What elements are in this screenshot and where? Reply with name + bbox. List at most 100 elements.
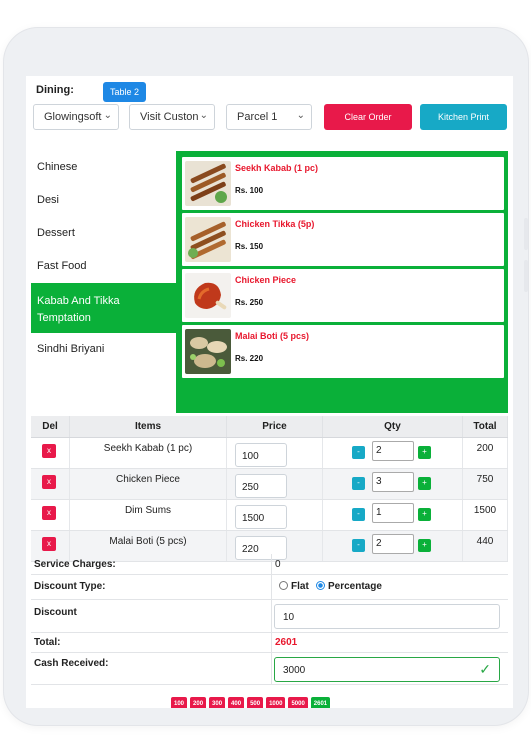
order-table: Del Items Price Qty Total x Seekh Kabab …: [31, 416, 508, 562]
menu-item-card[interactable]: Chicken Tikka (5p) Rs. 150: [182, 213, 504, 266]
quick-cash-button[interactable]: 400: [228, 697, 245, 708]
discount-input[interactable]: 10: [274, 604, 500, 629]
radio-percentage[interactable]: [316, 581, 325, 590]
category-item-active[interactable]: Kabab And Tikka Temptation: [31, 283, 177, 333]
menu-item-name: Malai Boti (5 pcs): [235, 331, 310, 341]
delete-item-button[interactable]: x: [42, 506, 56, 520]
delete-item-button[interactable]: x: [42, 475, 56, 489]
delete-item-button[interactable]: x: [42, 537, 56, 551]
cash-received-row: Cash Received: 3000 ✓: [31, 653, 508, 685]
menu-item-price: Rs. 100: [235, 186, 264, 195]
chevron-down-icon: ⌄: [103, 110, 112, 121]
divider: [271, 600, 272, 632]
table-row: x Chicken Piece 250 - 3 + 750: [31, 469, 508, 500]
quick-cash-button[interactable]: 1000: [266, 697, 286, 708]
menu-item-price: Rs. 220: [235, 354, 264, 363]
parcel-select[interactable]: Parcel 1 ⌄: [226, 104, 312, 130]
discount-row: Discount 10: [31, 600, 508, 633]
divider: [271, 575, 272, 599]
volume-button: [524, 260, 528, 292]
delete-item-button[interactable]: x: [42, 444, 56, 458]
quick-cash-button[interactable]: 5000: [288, 697, 308, 708]
service-charges-row: Service Charges: 0: [31, 554, 508, 575]
volume-button: [524, 218, 528, 250]
divider: [271, 554, 272, 574]
category-item[interactable]: Desi: [31, 184, 177, 217]
menu-item-card[interactable]: Seekh Kabab (1 pc) Rs. 100: [182, 157, 504, 210]
quick-cash-buttons: 100 200 300 400 500 1000 5000 2601: [171, 697, 331, 708]
food-image: [185, 329, 231, 374]
visit-select-value: Visit Custon: [140, 111, 199, 123]
row-total: 750: [476, 474, 494, 485]
service-charges-label: Service Charges:: [34, 559, 116, 570]
total-value: 2601: [275, 637, 298, 648]
decrease-qty-button[interactable]: -: [352, 508, 365, 521]
category-list: Chinese Desi Dessert Fast Food Kabab And…: [31, 151, 177, 413]
decrease-qty-button[interactable]: -: [352, 477, 365, 490]
menu-item-card[interactable]: Chicken Piece Rs. 250: [182, 269, 504, 322]
row-total: 1500: [473, 505, 497, 516]
category-item[interactable]: Sindhi Briyani: [31, 333, 177, 366]
discount-label: Discount: [34, 607, 77, 618]
total-label: Total:: [34, 637, 61, 648]
decrease-qty-button[interactable]: -: [352, 446, 365, 459]
category-item[interactable]: Chinese: [31, 151, 177, 184]
cash-received-input[interactable]: 3000 ✓: [274, 657, 500, 682]
divider: [271, 653, 272, 684]
clear-order-button[interactable]: Clear Order: [324, 104, 412, 130]
radio-flat[interactable]: [279, 581, 288, 590]
order-table-header: Del Items Price Qty Total: [31, 416, 508, 438]
visit-select[interactable]: Visit Custon ⌄: [129, 104, 215, 130]
pos-screen: Dining: Table 2 Glowingsoft ⌄ Visit Cust…: [26, 76, 513, 708]
column-header-del: Del: [31, 416, 70, 437]
exact-amount-button[interactable]: 2601: [310, 697, 331, 708]
qty-input[interactable]: 3: [372, 472, 414, 492]
increase-qty-button[interactable]: +: [418, 477, 431, 490]
kitchen-print-button[interactable]: Kitchen Print: [420, 104, 507, 130]
increase-qty-button[interactable]: +: [418, 508, 431, 521]
discount-type-label: Discount Type:: [34, 581, 106, 592]
price-input[interactable]: 1500: [235, 505, 287, 529]
cash-received-value: 3000: [283, 665, 306, 676]
quick-cash-button[interactable]: 100: [171, 697, 188, 708]
row-total: 440: [476, 536, 494, 547]
decrease-qty-button[interactable]: -: [352, 539, 365, 552]
increase-qty-button[interactable]: +: [418, 446, 431, 459]
menu-item-price: Rs. 150: [235, 242, 264, 251]
column-header-price: Price: [227, 416, 323, 437]
table-row: x Dim Sums 1500 - 1 + 1500: [31, 500, 508, 531]
quick-cash-button[interactable]: 500: [247, 697, 264, 708]
qty-input[interactable]: 2: [372, 441, 414, 461]
service-charges-value: 0: [275, 559, 281, 570]
quick-cash-button[interactable]: 200: [190, 697, 207, 708]
cash-received-label: Cash Received:: [34, 658, 109, 669]
camera-notch: [414, 54, 458, 60]
category-item[interactable]: Dessert: [31, 217, 177, 250]
price-input[interactable]: 100: [235, 443, 287, 467]
menu-item-name: Chicken Tikka (5p): [235, 219, 315, 229]
row-total: 200: [476, 443, 494, 454]
discount-percentage-option[interactable]: Percentage: [316, 581, 382, 592]
qty-input[interactable]: 2: [372, 534, 414, 554]
dining-label: Dining:: [36, 84, 74, 96]
qty-input[interactable]: 1: [372, 503, 414, 523]
chevron-down-icon: ⌄: [199, 110, 208, 121]
menu-item-name: Seekh Kabab (1 pc): [235, 163, 319, 173]
food-image: [185, 217, 231, 262]
category-item[interactable]: Fast Food: [31, 250, 177, 283]
price-input[interactable]: 250: [235, 474, 287, 498]
customer-select[interactable]: Glowingsoft ⌄: [33, 104, 119, 130]
order-item-name: Malai Boti (5 pcs): [109, 536, 187, 547]
menu-items-panel: Seekh Kabab (1 pc) Rs. 100 Chicken Tikka…: [176, 151, 508, 413]
increase-qty-button[interactable]: +: [418, 539, 431, 552]
chevron-down-icon: ⌄: [296, 110, 305, 121]
menu-item-price: Rs. 250: [235, 298, 264, 307]
order-table-body: x Seekh Kabab (1 pc) 100 - 2 + 200 x Chi…: [31, 438, 508, 562]
quick-cash-button[interactable]: 300: [209, 697, 226, 708]
discount-flat-option[interactable]: Flat: [279, 581, 309, 592]
tablet-frame: Dining: Table 2 Glowingsoft ⌄ Visit Cust…: [4, 28, 528, 725]
order-item-name: Chicken Piece: [116, 474, 180, 485]
table-badge[interactable]: Table 2: [103, 82, 147, 102]
menu-item-card[interactable]: Malai Boti (5 pcs) Rs. 220: [182, 325, 504, 378]
parcel-select-value: Parcel 1: [237, 111, 278, 123]
